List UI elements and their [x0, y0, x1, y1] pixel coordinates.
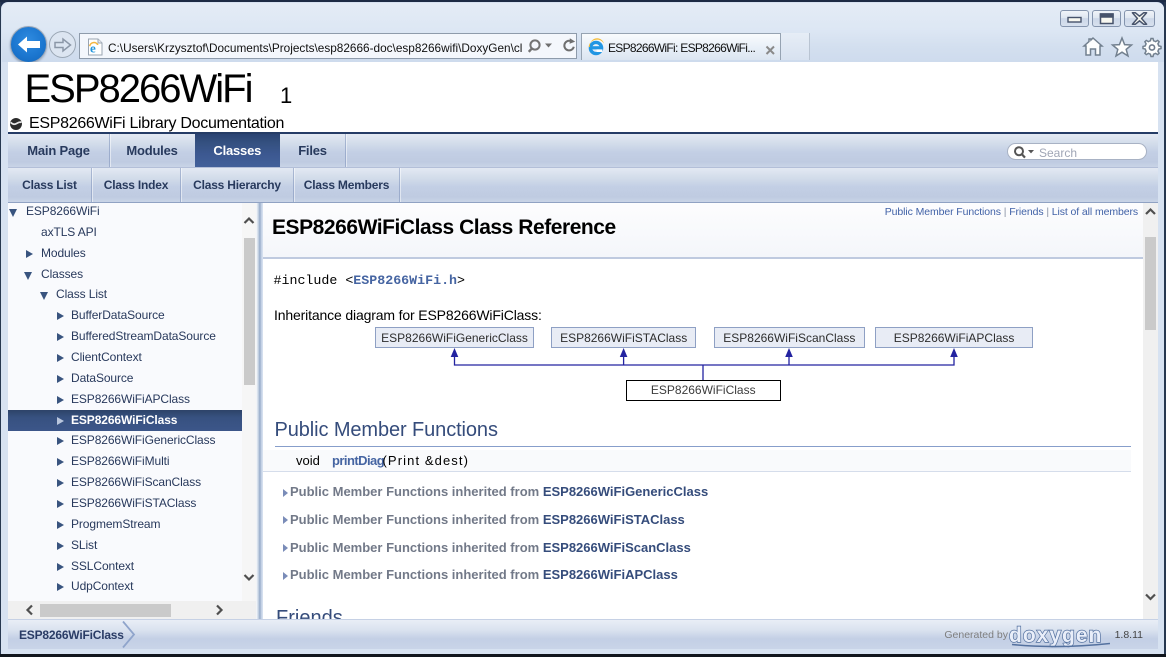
svg-text:doxygen: doxygen: [1009, 624, 1102, 647]
svg-text:e: e: [90, 41, 96, 56]
